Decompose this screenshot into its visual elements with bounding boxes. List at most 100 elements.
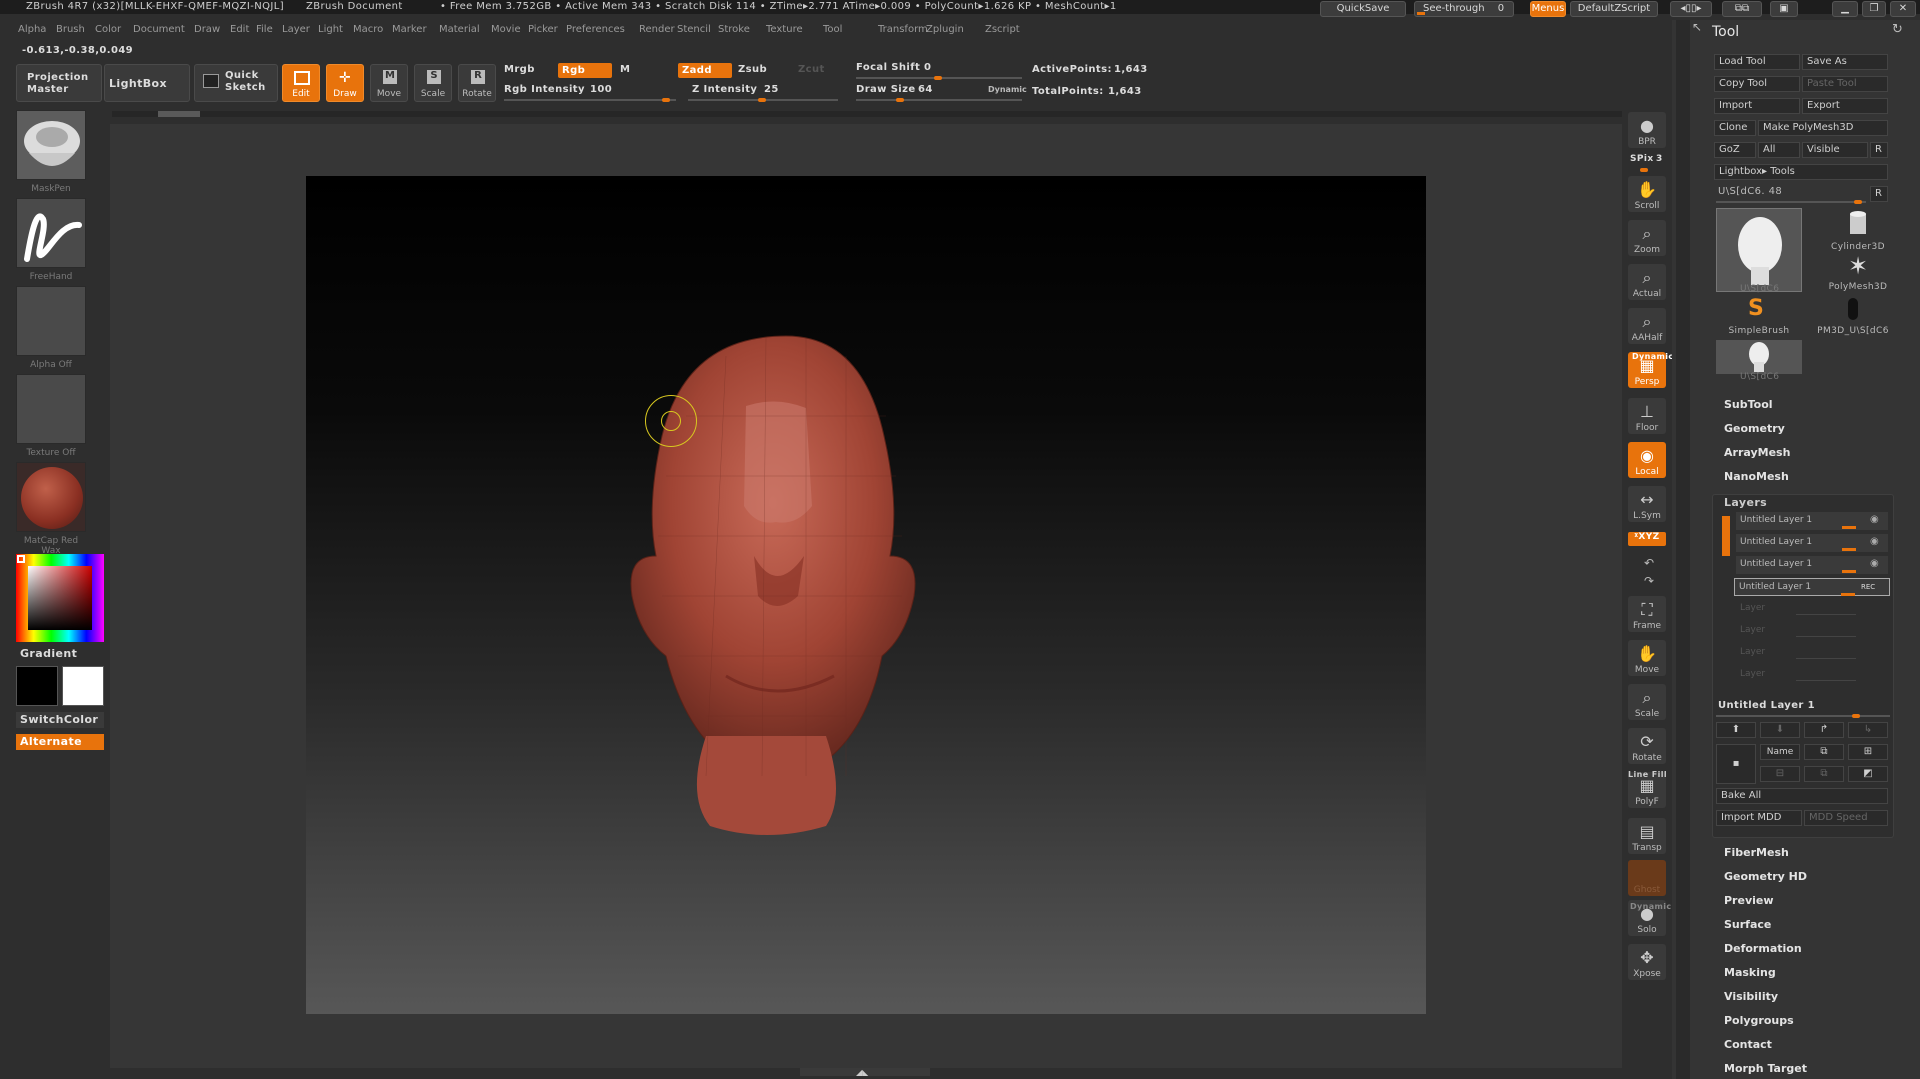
menu-picker[interactable]: Picker — [528, 24, 558, 35]
all-button[interactable]: All — [1758, 142, 1800, 158]
mrgb-button[interactable]: Mrgb — [504, 64, 535, 75]
layers-scroll-thumb[interactable] — [1722, 516, 1730, 556]
dynamic-button[interactable]: Dynamic — [988, 85, 1027, 94]
layer-up-button[interactable]: ⬆ — [1716, 722, 1756, 738]
zcut-button[interactable]: Zcut — [798, 64, 825, 75]
rotate-view-button[interactable]: ⟳ Rotate — [1628, 728, 1666, 764]
menu-render[interactable]: Render — [639, 24, 675, 35]
main-color-swatch[interactable] — [16, 666, 58, 706]
menus-button[interactable]: Menus — [1530, 1, 1566, 17]
menu-material[interactable]: Material — [439, 24, 480, 35]
rotate-button[interactable]: R Rotate — [458, 64, 496, 102]
menu-brush[interactable]: Brush — [56, 24, 85, 35]
current-tool-slider[interactable] — [1716, 201, 1866, 203]
zadd-button[interactable]: Zadd — [678, 63, 732, 78]
goz-button[interactable]: GoZ — [1714, 142, 1756, 158]
eye-icon[interactable]: ◉ — [1870, 556, 1879, 572]
quicksave-button[interactable]: QuickSave — [1320, 1, 1406, 17]
zoom-button[interactable]: ⌕ Zoom — [1628, 220, 1666, 256]
redo-view-icon[interactable]: ↷ — [1630, 574, 1668, 588]
switch-color-button[interactable]: SwitchColor — [16, 712, 104, 728]
selected-layer-slider[interactable] — [1716, 715, 1890, 717]
import-button[interactable]: Import — [1714, 98, 1800, 114]
layer-intensity-knob[interactable] — [1842, 570, 1856, 573]
rec-toggle[interactable]: REC — [1861, 579, 1875, 595]
pin-icon[interactable]: ↖ — [1692, 20, 1702, 34]
menu-texture[interactable]: Texture — [766, 24, 803, 35]
menu-color[interactable]: Color — [95, 24, 121, 35]
focal-shift-knob[interactable] — [934, 76, 942, 80]
menu-alpha[interactable]: Alpha — [18, 24, 46, 35]
menu-draw[interactable]: Draw — [194, 24, 220, 35]
draw-button[interactable]: ✛ Draw — [326, 64, 364, 102]
layer-duplicate-button[interactable]: ⧉ — [1804, 744, 1844, 760]
default-zscript-button[interactable]: DefaultZScript — [1570, 1, 1658, 17]
gradient-label[interactable]: Gradient — [20, 647, 77, 660]
lightbox-button[interactable]: LightBox — [104, 64, 190, 102]
lock-icon[interactable]: ▣ — [1770, 1, 1798, 17]
lightbox-tools-button[interactable]: Lightbox▸ Tools — [1714, 164, 1888, 180]
section-contact[interactable]: Contact — [1724, 1038, 1772, 1051]
r-tool-button[interactable]: R — [1870, 186, 1888, 202]
minimize-icon[interactable]: ▁ — [1832, 1, 1858, 17]
draw-size-knob[interactable] — [896, 98, 904, 102]
menu-preferences[interactable]: Preferences — [566, 24, 625, 35]
local-button[interactable]: ◉ Local — [1628, 442, 1666, 478]
menu-layer[interactable]: Layer — [282, 24, 310, 35]
move-view-button[interactable]: ✋ Move — [1628, 640, 1666, 676]
layer-merge-button[interactable]: ↳ — [1848, 722, 1888, 738]
alternate-button[interactable]: Alternate — [16, 734, 104, 750]
visible-button[interactable]: Visible — [1802, 142, 1868, 158]
selected-layer-label[interactable]: Untitled Layer 1 — [1718, 700, 1815, 711]
import-mdd-button[interactable]: Import MDD — [1716, 810, 1802, 826]
bake-all-button[interactable]: Bake All — [1716, 788, 1888, 804]
color-picker[interactable] — [16, 554, 104, 642]
layer-down-button[interactable]: ⬇ — [1760, 722, 1800, 738]
window-layout-icon[interactable]: ⧉⧉ — [1722, 1, 1762, 17]
stroke-thumbnail[interactable] — [16, 198, 86, 268]
restore-icon[interactable]: ❐ — [1862, 1, 1886, 17]
copy-tool-button[interactable]: Copy Tool — [1714, 76, 1800, 92]
section-nanomesh[interactable]: NanoMesh — [1724, 470, 1789, 483]
menu-document[interactable]: Document — [133, 24, 185, 35]
color-picker-square[interactable] — [28, 566, 92, 630]
zsub-button[interactable]: Zsub — [738, 64, 767, 75]
section-preview[interactable]: Preview — [1724, 894, 1774, 907]
tool-thumb-small[interactable] — [1716, 340, 1802, 374]
see-through-slider[interactable]: See-through 0 — [1414, 1, 1514, 17]
lsym-button[interactable]: ↔ L.Sym — [1628, 486, 1666, 522]
layer-intensity-knob[interactable] — [1842, 526, 1856, 529]
aahalf-button[interactable]: ⌕ AAHalf — [1628, 308, 1666, 344]
spix-knob[interactable] — [1640, 168, 1648, 172]
layer-row[interactable]: Untitled Layer 1 ◉ — [1736, 556, 1888, 574]
secondary-color-swatch[interactable] — [62, 666, 104, 706]
menu-macro[interactable]: Macro — [353, 24, 383, 35]
material-thumbnail[interactable] — [16, 462, 86, 532]
layer-delete-button[interactable]: ▪ — [1716, 744, 1756, 784]
scale-button[interactable]: S Scale — [414, 64, 452, 102]
rgb-button[interactable]: Rgb — [558, 63, 612, 78]
layout-cycle-icon[interactable]: ◂▯▯▸ — [1670, 1, 1712, 17]
layer-name-button[interactable]: Name — [1760, 744, 1800, 760]
rgb-intensity-slider[interactable] — [504, 99, 676, 101]
rgb-intensity-knob[interactable] — [662, 98, 670, 102]
quick-sketch-button[interactable]: Quick Sketch — [194, 64, 278, 102]
floor-button[interactable]: ⊥ Floor — [1628, 398, 1666, 434]
pm3d-tool[interactable]: PM3D_U\S[dC6 — [1810, 296, 1896, 336]
current-tool-knob[interactable] — [1854, 200, 1862, 204]
section-arraymesh[interactable]: ArrayMesh — [1724, 446, 1790, 459]
layer-intensity-knob[interactable] — [1841, 593, 1855, 596]
shelf-scrollbar-thumb[interactable] — [158, 111, 200, 117]
section-visibility[interactable]: Visibility — [1724, 990, 1778, 1003]
menu-stencil[interactable]: Stencil — [677, 24, 711, 35]
menu-tool[interactable]: Tool — [823, 24, 842, 35]
cylinder3d-tool[interactable]: Cylinder3D — [1826, 208, 1890, 252]
tool-thumb-main[interactable] — [1716, 208, 1802, 292]
actual-button[interactable]: ⌕ Actual — [1628, 264, 1666, 300]
projection-master-button[interactable]: Projection Master — [16, 64, 102, 102]
m-button[interactable]: M — [620, 64, 630, 75]
menu-light[interactable]: Light — [318, 24, 343, 35]
layer-split-button[interactable]: ⊟ — [1760, 766, 1800, 782]
texture-thumbnail[interactable] — [16, 374, 86, 444]
section-morph-target[interactable]: Morph Target — [1724, 1062, 1807, 1075]
